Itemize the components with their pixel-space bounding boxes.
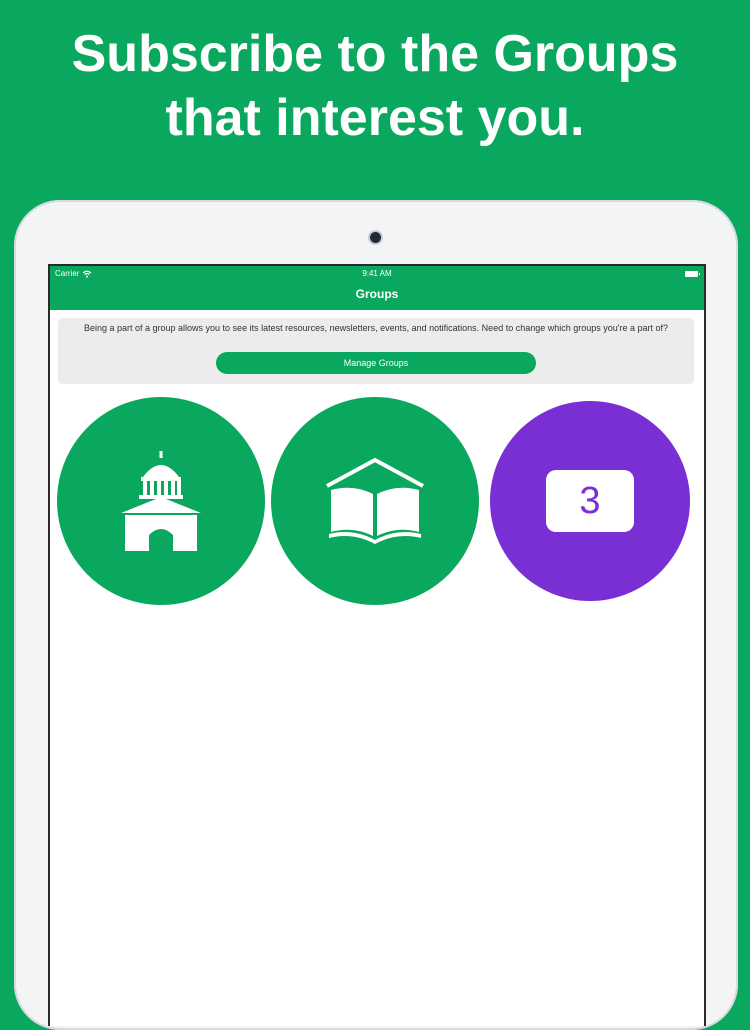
group-tile-courthouse[interactable] (57, 397, 265, 605)
courthouse-icon (121, 451, 201, 551)
tablet-frame: Carrier 9:41 AM Groups Being a part of a… (14, 200, 738, 1030)
calendar-day-label: 3 (579, 480, 601, 522)
battery-icon (685, 271, 700, 277)
status-bar: Carrier 9:41 AM (50, 266, 704, 282)
promo-headline-line-1: Subscribe to the Groups (71, 25, 679, 83)
group-tile-calendar[interactable]: 3 (490, 401, 690, 601)
manage-groups-button[interactable]: Manage Groups (216, 352, 536, 374)
front-camera (370, 232, 381, 243)
info-banner: Being a part of a group allows you to se… (58, 318, 694, 384)
group-tile-library[interactable] (271, 397, 479, 605)
open-book-icon (326, 457, 424, 544)
app-screen: Carrier 9:41 AM Groups Being a part of a… (48, 264, 706, 1026)
promo-headline: Subscribe to the Groups that interest yo… (0, 22, 750, 150)
nav-header: Carrier 9:41 AM Groups (50, 266, 704, 310)
nav-title: Groups (355, 287, 399, 301)
promo-headline-line-2: that interest you. (165, 89, 585, 147)
status-time: 9:41 AM (362, 269, 392, 278)
calendar-icon: 3 (546, 470, 634, 532)
info-text: Being a part of a group allows you to se… (83, 323, 669, 333)
